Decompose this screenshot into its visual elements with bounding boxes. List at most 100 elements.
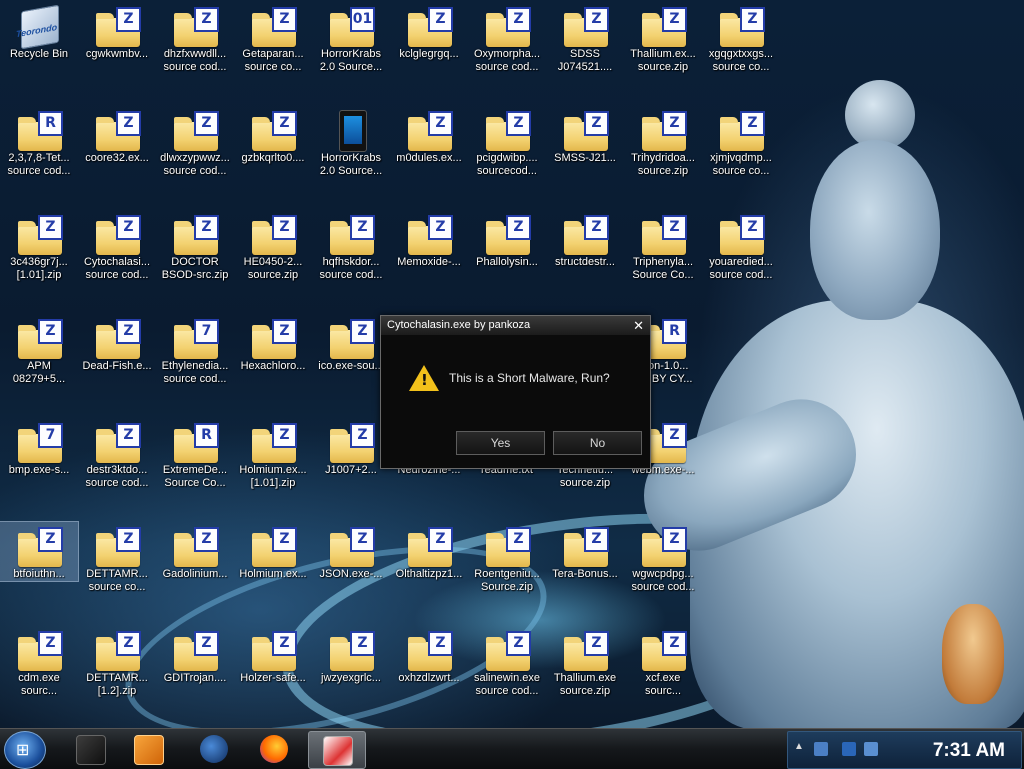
desktop-icon[interactable]: Zico.exe-sou... xyxy=(312,314,390,373)
desktop-icon[interactable]: Z HE0450-2... source.zip xyxy=(234,210,312,282)
file-manager-icon xyxy=(323,736,353,766)
zip-folder-icon: Z xyxy=(93,6,141,47)
volume-icon[interactable] xyxy=(864,742,878,756)
wallpaper-figure xyxy=(690,300,1024,728)
desktop-icon[interactable]: R ExtremeDe... Source Co... xyxy=(156,418,234,490)
desktop-icon[interactable]: Zm0dules.ex... xyxy=(390,106,468,165)
desktop-icon[interactable]: Zwgwcpdpg... source cod... xyxy=(624,522,702,594)
desktop-icon[interactable]: Z Gadolinium... xyxy=(156,522,234,581)
desktop-icon[interactable]: HorrorKrabs 2.0 Source... xyxy=(312,106,390,178)
desktop-icon[interactable]: 01 HorrorKrabs 2.0 Source... xyxy=(312,2,390,74)
taskbar-pinned-browser[interactable] xyxy=(186,731,242,767)
desktop-icon[interactable]: Z Phallolysin... xyxy=(468,210,546,269)
desktop-icon[interactable]: Zyouaredied... source cod... xyxy=(702,210,780,282)
desktop-icon-label: J1007+2... xyxy=(325,464,377,476)
desktop-icon[interactable]: Z DETTAMR... [1.2].zip xyxy=(78,626,156,698)
desktop-icon-label: Cytochalasi... source cod... xyxy=(83,256,151,281)
desktop-icon[interactable]: Zdhzfxwwdll... source cod... xyxy=(156,2,234,74)
desktop-icon[interactable]: Z Tera-Bonus... xyxy=(546,522,624,581)
taskbar-active-window[interactable] xyxy=(308,731,366,769)
desktop-icon[interactable]: Z Memoxide-... xyxy=(390,210,468,269)
desktop-icon[interactable]: Z 3c436gr7j... [1.01].zip xyxy=(0,210,78,282)
desktop-icon-label: Recycle Bin xyxy=(9,48,69,60)
zip-folder-icon: Z xyxy=(327,630,375,671)
zip-folder-icon: Z xyxy=(15,526,63,567)
desktop-icon[interactable]: Zbtfoiuthn... xyxy=(0,521,79,582)
taskbar-pinned-media-player[interactable] xyxy=(120,731,176,767)
archive-badge-icon: Z xyxy=(116,527,141,552)
desktop-icon[interactable]: Z Dead-Fish.e... xyxy=(78,314,156,373)
desktop-icon[interactable]: Z JSON.exe-... xyxy=(312,522,390,581)
clock[interactable]: 7:31 AM xyxy=(933,740,1005,762)
taskbar-pinned-firefox[interactable] xyxy=(246,731,302,767)
desktop-icon[interactable]: Zpcigdwibp.... sourcecod... xyxy=(468,106,546,178)
desktop-icon[interactable]: Zhqfhskdor... source cod... xyxy=(312,210,390,282)
archive-badge-icon: Z xyxy=(662,7,687,32)
desktop-icon[interactable]: 7 Ethylenedia... source cod... xyxy=(156,314,234,386)
desktop-icon[interactable]: Zcoore32.ex... xyxy=(78,106,156,165)
desktop-icon[interactable]: Zjwzyexgrlc... xyxy=(312,626,390,685)
desktop-icon[interactable]: Zdlwxzypwwz... source cod... xyxy=(156,106,234,178)
desktop-icon[interactable]: Zgzbkqrlto0.... xyxy=(234,106,312,165)
zip-folder-icon: Z xyxy=(93,630,141,671)
archive-badge-icon: Z xyxy=(506,111,531,136)
archive-badge-icon: Z xyxy=(116,215,141,240)
desktop-icon[interactable]: Z Holzer-safe... xyxy=(234,626,312,685)
desktop-icon[interactable]: Zstructdestr... xyxy=(546,210,624,269)
zip-folder-icon: Z xyxy=(249,526,297,567)
desktop-icon[interactable]: Z Getaparan... source co... xyxy=(234,2,312,74)
desktop-icon[interactable]: Z DETTAMR... source co... xyxy=(78,522,156,594)
desktop-icon[interactable]: Z GDITrojan.... xyxy=(156,626,234,685)
desktop-icon[interactable]: Zkclglegrgq... xyxy=(390,2,468,61)
desktop-icon[interactable]: R 2,3,7,8-Tet... source cod... xyxy=(0,106,78,178)
desktop-icon[interactable]: Z APM 08279+5... xyxy=(0,314,78,386)
desktop-icon[interactable]: Zdestr3ktdo... source cod... xyxy=(78,418,156,490)
zip-folder-icon: R xyxy=(15,110,63,151)
zip-folder-icon: Z xyxy=(327,214,375,255)
desktop-icon[interactable]: Z Thallium.ex... source.zip xyxy=(624,2,702,74)
desktop-icon[interactable]: Zxcf.exe sourc... xyxy=(624,626,702,698)
zip-folder-icon: Z xyxy=(717,110,765,151)
desktop-icon[interactable]: Zxjmjvqdmp... source co... xyxy=(702,106,780,178)
desktop-icon[interactable]: Z SDSS J074521.... xyxy=(546,2,624,74)
network-icon[interactable] xyxy=(814,742,828,756)
desktop-icon[interactable]: Z SMSS-J21... xyxy=(546,106,624,165)
desktop-icon[interactable]: Z J1007+2... xyxy=(312,418,390,477)
chevron-up-icon[interactable]: ▲ xyxy=(794,741,804,752)
desktop-icon-label: btfoiuthn... xyxy=(13,568,65,580)
taskbar-pinned-terminal[interactable] xyxy=(62,731,118,767)
monitor-icon[interactable] xyxy=(842,742,856,756)
desktop-icon[interactable]: Zcgwkwmbv... xyxy=(78,2,156,61)
dialog-titlebar[interactable]: Cytochalasin.exe by pankoza ✕ xyxy=(381,316,650,335)
windows-orb-icon[interactable]: ⊞ xyxy=(4,731,46,769)
desktop-icon[interactable]: Zsalinewin.exe source cod... xyxy=(468,626,546,698)
zip-folder-icon: Z xyxy=(405,526,453,567)
taskbar: ⊞ ▲ 7:31 AM xyxy=(0,728,1024,769)
yes-button[interactable]: Yes xyxy=(456,431,545,455)
desktop-icon[interactable]: Zcdm.exe sourc... xyxy=(0,626,78,698)
desktop-icon[interactable]: Recycle Bin xyxy=(0,2,78,61)
desktop-icon[interactable]: Z Olthaltizpz1... xyxy=(390,522,468,581)
desktop-icon[interactable]: Z Roentgeniu... Source.zip xyxy=(468,522,546,594)
desktop-icon[interactable]: Zoxhzdlzwrt... xyxy=(390,626,468,685)
desktop-icon[interactable]: Z Holmium.ex... [1.01].zip xyxy=(234,418,312,490)
desktop-icon[interactable]: 7 bmp.exe-s... xyxy=(0,418,78,477)
desktop-icon[interactable]: Z Triphenyla... Source Co... xyxy=(624,210,702,282)
desktop-icon[interactable]: Zxgqgxtxxgs... source co... xyxy=(702,2,780,74)
desktop-icon[interactable]: Z Oxymorpha... source cod... xyxy=(468,2,546,74)
warning-icon: ! xyxy=(409,365,439,391)
desktop-icon[interactable]: Z Hexachloro... xyxy=(234,314,312,373)
no-button[interactable]: No xyxy=(553,431,642,455)
zip-folder-icon: Z xyxy=(639,214,687,255)
close-icon[interactable]: ✕ xyxy=(633,316,644,335)
archive-badge-icon: Z xyxy=(116,423,141,448)
archive-badge-icon: Z xyxy=(584,631,609,656)
desktop-icon-label: 3c436gr7j... [1.01].zip xyxy=(10,256,68,281)
archive-badge-icon: Z xyxy=(272,527,297,552)
desktop-icon[interactable]: Z Cytochalasi... source cod... xyxy=(78,210,156,282)
desktop-icon[interactable]: Z DOCTOR BSOD-src.zip xyxy=(156,210,234,282)
desktop-icon[interactable]: Z Holmium.ex... xyxy=(234,522,312,581)
desktop-icon[interactable]: Z Trihydridoa... source.zip xyxy=(624,106,702,178)
zip-folder-icon: Z xyxy=(249,422,297,463)
desktop-icon[interactable]: Z Thallium.exe source.zip xyxy=(546,626,624,698)
